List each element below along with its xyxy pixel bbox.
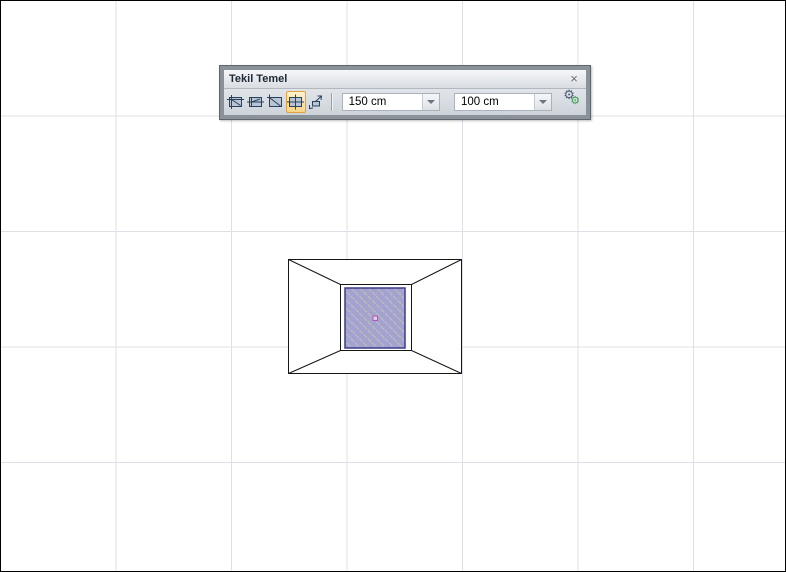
anchor-corner-button[interactable] (266, 91, 286, 113)
palette-toolbar: 150 cm 100 cm ⚙ ⚙ (224, 89, 586, 115)
gears-icon: ⚙ (570, 94, 580, 107)
depth-dropdown-button[interactable] (534, 94, 551, 110)
offset-move-icon (307, 94, 324, 110)
chevron-down-icon (427, 100, 435, 104)
offset-move-button[interactable] (306, 91, 326, 113)
foundation-drawing[interactable] (281, 251, 471, 383)
anchor-top-left-button[interactable] (226, 91, 246, 113)
anchor-center-button[interactable] (286, 91, 306, 113)
insertion-point-marker[interactable] (373, 316, 378, 321)
width-combobox[interactable]: 150 cm (342, 93, 440, 111)
palette-titlebar[interactable]: Tekil Temel × (224, 70, 586, 89)
anchor-middle-left-icon (247, 94, 264, 110)
anchor-center-icon (287, 94, 304, 110)
tekil-temel-palette: Tekil Temel × (219, 65, 591, 120)
anchor-corner-icon (267, 94, 284, 110)
close-button[interactable]: × (566, 71, 582, 87)
toolbar-separator (331, 93, 332, 111)
width-value[interactable]: 150 cm (343, 94, 422, 110)
palette-title: Tekil Temel (229, 73, 287, 85)
width-dropdown-button[interactable] (422, 94, 439, 110)
settings-button[interactable]: ⚙ ⚙ (561, 91, 584, 113)
close-icon: × (570, 71, 578, 86)
depth-value[interactable]: 100 cm (455, 94, 534, 110)
cad-canvas[interactable]: Tekil Temel × (0, 0, 786, 572)
depth-combobox[interactable]: 100 cm (454, 93, 552, 111)
anchor-middle-left-button[interactable] (246, 91, 266, 113)
chevron-down-icon (539, 100, 547, 104)
anchor-top-left-icon (227, 94, 244, 110)
